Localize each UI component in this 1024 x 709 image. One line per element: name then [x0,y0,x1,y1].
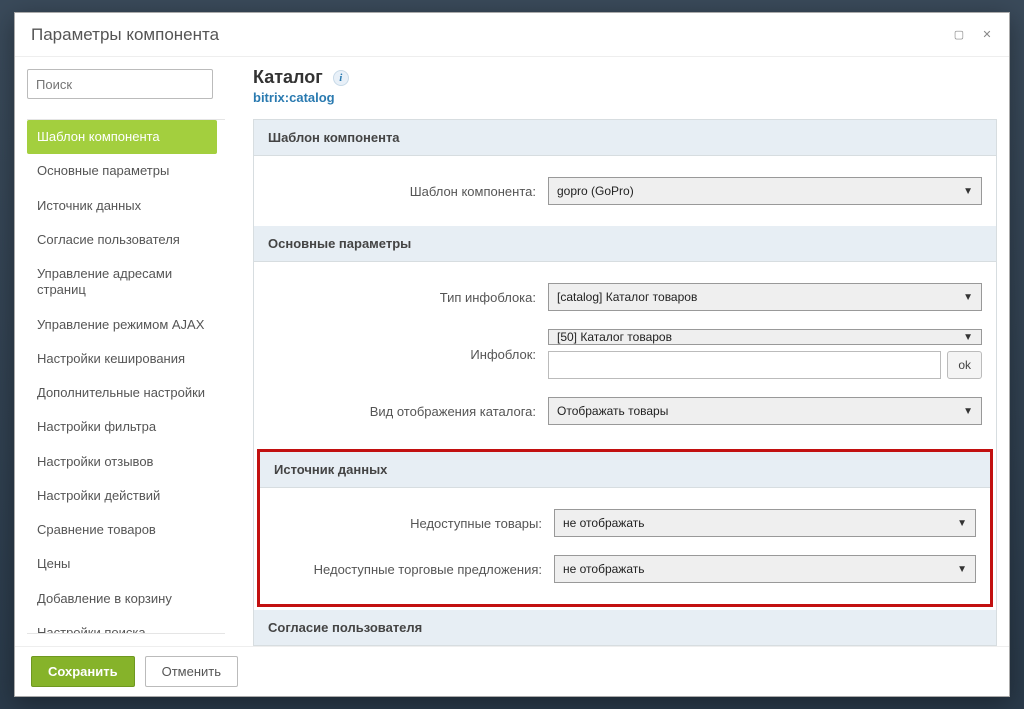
chevron-down-icon: ▼ [963,292,973,303]
sidebar-item[interactable]: Настройки кеширования [27,342,221,376]
ok-button[interactable]: ok [947,351,982,379]
section-header-template: Шаблон компонента [254,120,996,156]
section-body-template: Шаблон компонента: gopro (GoPro) ▼ [254,156,996,226]
save-button[interactable]: Сохранить [31,656,135,687]
modal-title: Параметры компонента [31,25,219,45]
select-value: [50] Каталог товаров [557,330,672,344]
chevron-down-icon: ▼ [957,518,967,529]
chevron-down-icon: ▼ [957,564,967,575]
section-body-main: Тип инфоблока: [catalog] Каталог товаров… [254,262,996,446]
label-unavail-offers: Недоступные торговые предложения: [274,562,554,577]
sidebar-item[interactable]: Настройки отзывов [27,445,221,479]
sidebar: Шаблон компонентаОсновные параметрыИсточ… [15,57,225,646]
select-unavail-offers[interactable]: не отображать ▼ [554,555,976,583]
sidebar-item[interactable]: Настройки действий [27,479,221,513]
row-template: Шаблон компонента: gopro (GoPro) ▼ [268,168,982,214]
row-view: Вид отображения каталога: Отображать тов… [268,388,982,434]
row-unavail-products: Недоступные товары: не отображать ▼ [274,500,976,546]
cancel-button[interactable]: Отменить [145,656,238,687]
highlighted-section-source: Источник данных Недоступные товары: не о… [257,449,993,607]
sidebar-item[interactable]: Управление адресами страниц [27,257,221,308]
sidebar-item[interactable]: Дополнительные настройки [27,376,221,410]
component-header: Каталог i [253,67,997,88]
info-icon[interactable]: i [333,70,349,86]
select-ibtype[interactable]: [catalog] Каталог товаров ▼ [548,283,982,311]
sidebar-item[interactable]: Настройки фильтра [27,410,221,444]
section-header-source: Источник данных [260,452,990,488]
sidebar-nav[interactable]: Шаблон компонентаОсновные параметрыИсточ… [27,119,225,634]
label-iblock: Инфоблок: [268,347,548,362]
section-header-main: Основные параметры [254,226,996,262]
modal-footer: Сохранить Отменить [15,646,1009,696]
select-template[interactable]: gopro (GoPro) ▼ [548,177,982,205]
label-template: Шаблон компонента: [268,184,548,199]
component-title: Каталог [253,67,323,88]
select-iblock[interactable]: [50] Каталог товаров ▼ [548,329,982,345]
search-input[interactable] [27,69,213,99]
section-body-source: Недоступные товары: не отображать ▼ Недо… [260,488,990,604]
sidebar-item[interactable]: Источник данных [27,189,221,223]
chevron-down-icon: ▼ [963,332,973,343]
sidebar-item[interactable]: Добавление в корзину [27,582,221,616]
input-iblock-filter[interactable] [548,351,941,379]
select-unavail-products[interactable]: не отображать ▼ [554,509,976,537]
component-code: bitrix:catalog [253,90,997,105]
sidebar-item[interactable]: Шаблон компонента [27,120,217,154]
row-iblock: Инфоблок: [50] Каталог товаров ▼ ok [268,320,982,388]
close-icon[interactable]: ✕ [981,29,993,41]
select-value: Отображать товары [557,404,668,418]
sidebar-item[interactable]: Управление режимом AJAX [27,308,221,342]
select-value: [catalog] Каталог товаров [557,290,697,304]
row-unavail-offers: Недоступные торговые предложения: не ото… [274,546,976,592]
component-params-modal: Параметры компонента ▢ ✕ Шаблон компонен… [14,12,1010,697]
sidebar-item[interactable]: Основные параметры [27,154,221,188]
chevron-down-icon: ▼ [963,186,973,197]
sidebar-item[interactable]: Согласие пользователя [27,223,221,257]
label-view: Вид отображения каталога: [268,404,548,419]
modal-window-controls: ▢ ✕ [953,29,993,41]
section-header-consent: Согласие пользователя [254,610,996,646]
label-unavail-products: Недоступные товары: [274,516,554,531]
select-view[interactable]: Отображать товары ▼ [548,397,982,425]
row-ibtype: Тип инфоблока: [catalog] Каталог товаров… [268,274,982,320]
maximize-icon[interactable]: ▢ [953,29,965,41]
sidebar-item[interactable]: Цены [27,547,221,581]
sidebar-item[interactable]: Сравнение товаров [27,513,221,547]
select-value: не отображать [563,562,645,576]
label-ibtype: Тип инфоблока: [268,290,548,305]
sidebar-item[interactable]: Настройки поиска [27,616,221,634]
content-area: Каталог i bitrix:catalog Шаблон компонен… [225,57,1009,646]
modal-body: Шаблон компонентаОсновные параметрыИсточ… [15,57,1009,646]
chevron-down-icon: ▼ [963,406,973,417]
modal-header: Параметры компонента ▢ ✕ [15,13,1009,57]
params-container[interactable]: Шаблон компонента Шаблон компонента: gop… [253,119,997,646]
select-value: не отображать [563,516,645,530]
select-value: gopro (GoPro) [557,184,634,198]
